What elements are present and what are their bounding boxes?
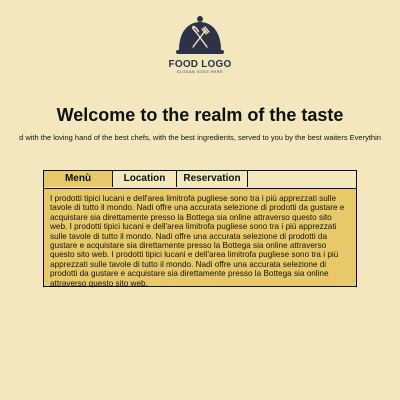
logo-slogan: SLOGAN GOES HERE: [177, 70, 223, 74]
page: FOOD LOGO SLOGAN GOES HERE Welcome to th…: [0, 0, 400, 400]
tagline: d with the loving hand of the best chefs…: [19, 133, 381, 142]
logo-title: FOOD LOGO: [168, 59, 232, 70]
tab-reservation[interactable]: Reservation: [177, 171, 248, 187]
food-logo[interactable]: FOOD LOGO SLOGAN GOES HERE: [0, 14, 400, 78]
tab-bar: Menù Location Reservation: [44, 171, 356, 189]
tab-panel: Menù Location Reservation I prodotti tip…: [43, 170, 357, 288]
tab-content-text: I prodotti tipici lucani e dell'area lim…: [50, 194, 345, 288]
page-title: Welcome to the realm of the taste: [56, 105, 344, 125]
tab-location[interactable]: Location: [113, 171, 177, 187]
tab-menu[interactable]: Menù: [44, 171, 113, 187]
cloche-fork-knife-icon: [176, 16, 224, 54]
